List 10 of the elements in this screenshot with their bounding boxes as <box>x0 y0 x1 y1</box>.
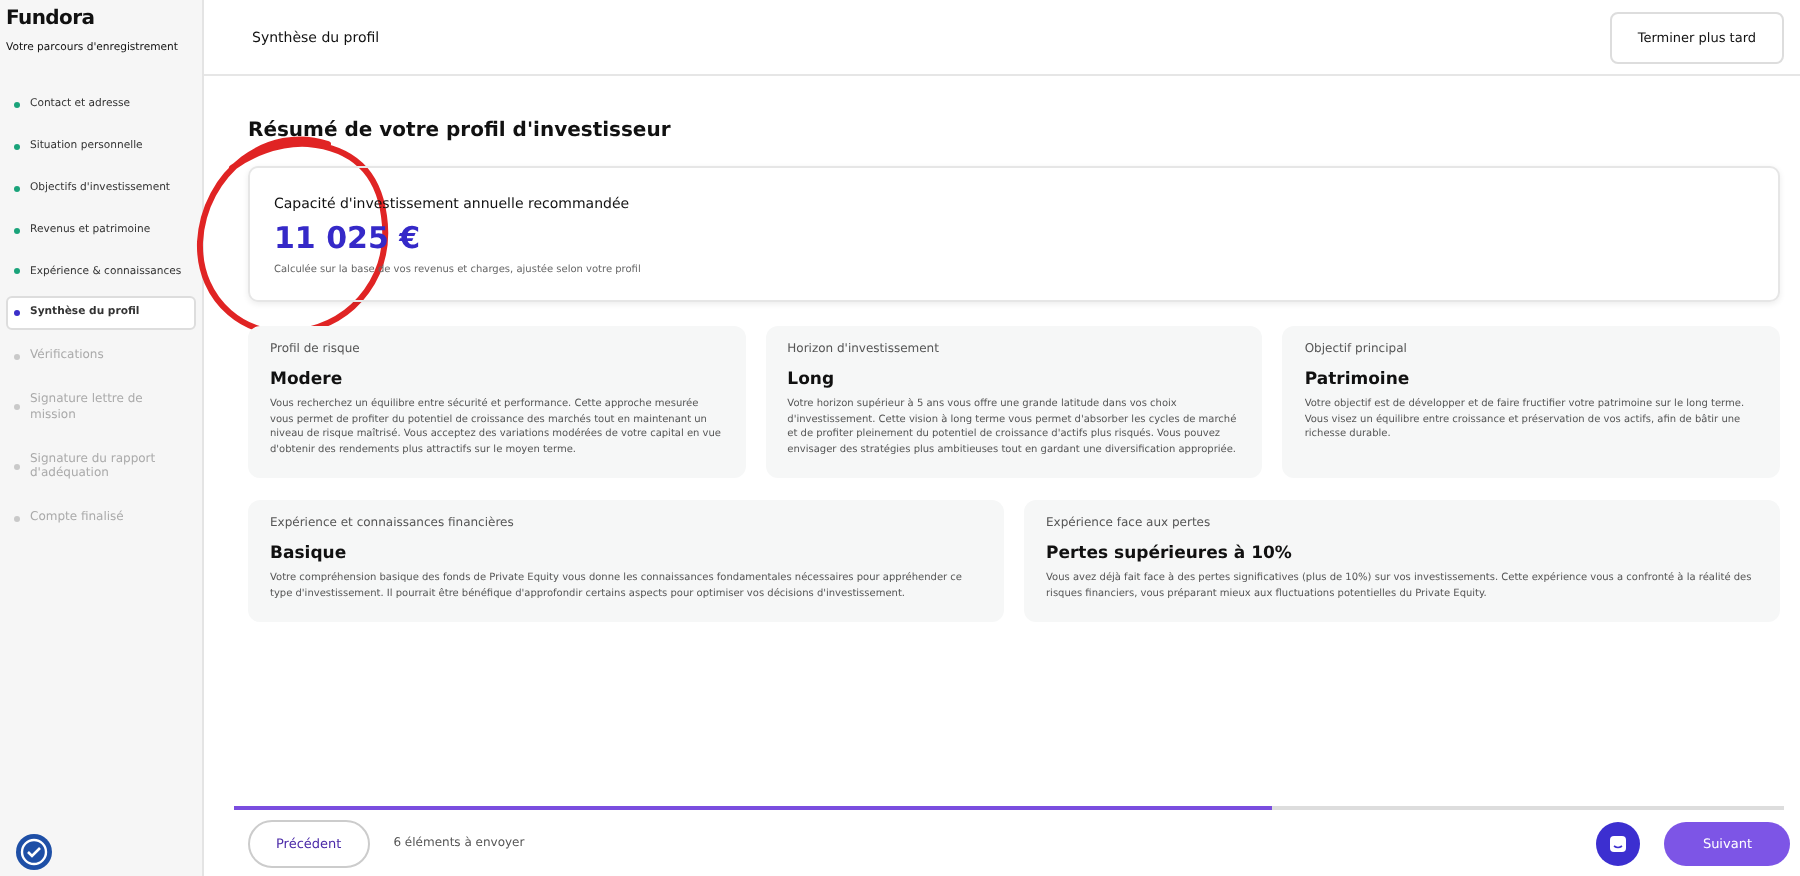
page-title: Résumé de votre profil d'investisseur <box>248 120 673 142</box>
card-value: Basique <box>270 544 349 564</box>
card-value: Pertes supérieures à 10% <box>1046 544 1294 564</box>
chat-button[interactable] <box>1596 821 1641 865</box>
card-value: Modere <box>270 370 345 390</box>
accessibility-icon[interactable] <box>16 834 52 870</box>
card-value: Patrimoine <box>1304 370 1412 390</box>
logo: Fundora <box>6 8 97 30</box>
chat-icon <box>1608 833 1629 853</box>
card-value: Long <box>787 370 837 390</box>
